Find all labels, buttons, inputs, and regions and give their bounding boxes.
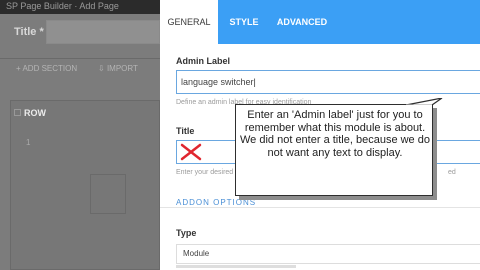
- background-title-input[interactable]: [46, 20, 160, 44]
- tutorial-callout: Enter an 'Admin label' just for you to r…: [235, 104, 433, 196]
- red-x-icon: [180, 143, 202, 161]
- admin-label-heading: Admin Label: [176, 56, 231, 66]
- type-select[interactable]: Module: [176, 244, 480, 264]
- row-label: ROW: [24, 108, 46, 118]
- title-help-tail: ed: [448, 169, 456, 176]
- background-divider: [0, 58, 160, 59]
- add-section-button[interactable]: + ADD SECTION: [16, 64, 77, 73]
- import-button[interactable]: ⇩ IMPORT: [98, 64, 138, 73]
- type-help-cutoff: [176, 265, 296, 268]
- addon-options-divider: [160, 207, 480, 208]
- row-panel: [10, 100, 160, 270]
- admin-label-input[interactable]: language switcher|: [176, 70, 480, 94]
- callout-text: Enter an 'Admin label' just for you to r…: [240, 109, 430, 159]
- column-placeholder: [90, 174, 126, 214]
- background-editor: Title * + ADD SECTION ⇩ IMPORT ROW 1: [0, 14, 160, 270]
- background-breadcrumb: SP Page Builder · Add Page: [6, 1, 119, 11]
- row-select-checkbox[interactable]: [14, 109, 21, 116]
- admin-label-value: language switcher: [181, 77, 254, 87]
- import-label: IMPORT: [106, 64, 138, 73]
- tab-general[interactable]: GENERAL: [160, 0, 218, 44]
- tab-style[interactable]: STYLE: [224, 0, 264, 44]
- type-heading: Type: [176, 228, 197, 238]
- row-number: 1: [26, 138, 31, 147]
- callout-pointer: [405, 98, 443, 107]
- add-section-label: ADD SECTION: [22, 64, 78, 73]
- background-title-label: Title *: [14, 26, 44, 38]
- tab-advanced[interactable]: ADVANCED: [272, 0, 332, 44]
- title-heading: Title: [176, 126, 195, 136]
- type-value: Module: [183, 249, 210, 258]
- addon-options-heading: ADDON OPTIONS: [176, 198, 263, 207]
- settings-tab-bar: GENERAL STYLE ADVANCED: [160, 0, 480, 44]
